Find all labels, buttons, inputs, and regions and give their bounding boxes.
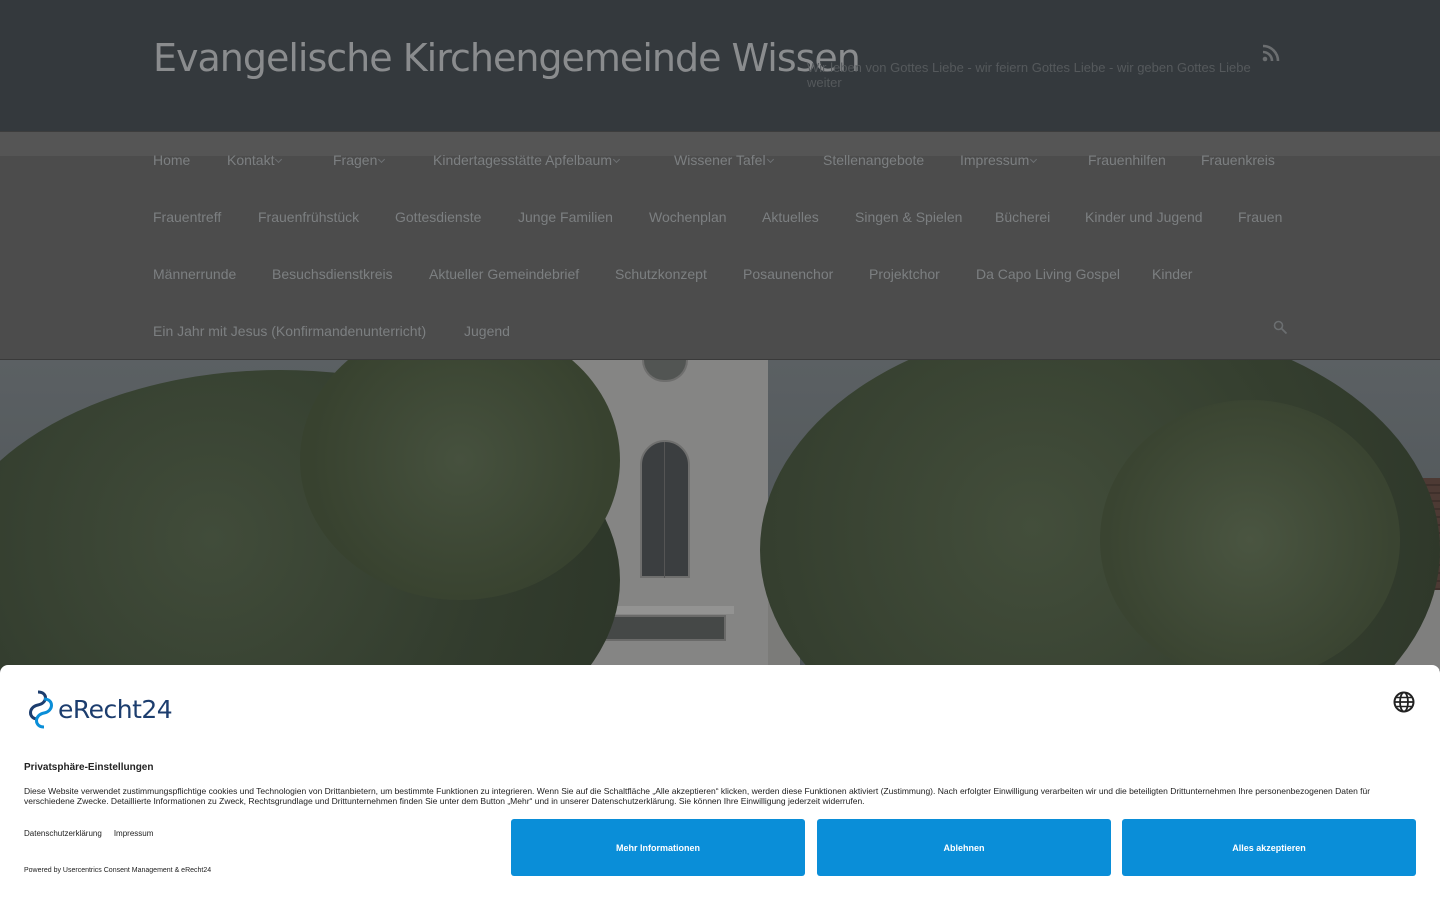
nav-item-label: Wissener Tafel [674,152,766,168]
nav-item-wochenplan[interactable]: Wochenplan [649,209,727,225]
nav-item-frauen[interactable]: Frauen [1238,209,1282,225]
chevron-down-icon [1030,155,1038,164]
main-navigation: Home Kontakt Fragen Kindertagesstätte Ap… [0,131,1440,360]
nav-item-fraunfruehstueck[interactable]: Frauenfrühstück [258,209,359,225]
chevron-down-icon [378,155,386,164]
nav-item-label: Frauentreff [153,209,222,225]
nav-item-label: Fragen [333,152,378,168]
search-icon[interactable] [1273,320,1288,335]
nav-item-label: Männerrunde [153,266,237,282]
nav-item-label: Projektchor [869,266,940,282]
nav-item-kindertagesstaette[interactable]: Kindertagesstätte Apfelbaum [433,152,621,168]
nav-item-label: Junge Familien [518,209,613,225]
nav-item-label: Kontakt [227,152,275,168]
nav-item-aktueller-gemeindebrief[interactable]: Aktueller Gemeindebrief [429,266,579,282]
consent-description: Diese Website verwendet zustimmungspflic… [24,786,1371,806]
tower-ledge [598,606,734,614]
privacy-policy-link[interactable]: Datenschutzerklärung [24,829,102,838]
hero-church-image [0,360,1440,670]
nav-item-label: Frauen [1238,209,1283,225]
nav-item-da-capo-living-gospel[interactable]: Da Capo Living Gospel [976,266,1120,282]
nav-item-jugend[interactable]: Jugend [464,323,510,339]
consent-links: Datenschutzerklärung Impressum [24,829,153,838]
nav-item-wissener-tafel[interactable]: Wissener Tafel [674,152,774,168]
nav-item-junge-familien[interactable]: Junge Familien [518,209,613,225]
site-title[interactable]: Evangelische Kirchengemeinde Wissen [153,36,861,80]
nav-item-stellenangebote[interactable]: Stellenangebote [823,152,924,168]
nav-item-label: Kindertagesstätte Apfelbaum [433,152,613,168]
more-information-button[interactable]: Mehr Informationen [511,819,805,876]
nav-item-projektchor[interactable]: Projektchor [869,266,940,282]
brand-name: eRecht24 [58,694,173,724]
nav-item-label: Schutzkonzept [615,266,707,282]
nav-item-gottesdienste[interactable]: Gottesdienste [395,209,481,225]
imprint-link[interactable]: Impressum [114,829,154,838]
nav-item-kontakt[interactable]: Kontakt [227,152,283,168]
cookie-consent-banner: eRecht24 Privatsphäre-Einstellungen Dies… [0,665,1440,900]
nav-item-label: Aktuelles [762,209,819,225]
chevron-down-icon [612,155,621,164]
nav-item-maennerrunde[interactable]: Männerrunde [153,266,236,282]
nav-item-label: Frauenfrühstück [258,209,360,225]
nav-item-buecherei[interactable]: Bücherei [995,209,1050,225]
nav-item-label: Kinder und Jugend [1085,209,1203,225]
nav-item-frauenhilfen[interactable]: Frauenhilfen [1088,152,1166,168]
nav-item-fragen[interactable]: Fragen [333,152,386,168]
nav-item-frauenkreis[interactable]: Frauenkreis [1201,152,1275,168]
nav-item-posaunenchor[interactable]: Posaunenchor [743,266,833,282]
nav-item-label: Posaunenchor [743,266,834,282]
nav-item-label: Home [153,152,191,168]
nav-item-kinder-und-jugend[interactable]: Kinder und Jugend [1085,209,1203,225]
tower-plaque [604,615,726,641]
rss-icon[interactable] [1262,44,1280,62]
nav-item-label: Besuchsdienstkreis [272,266,393,282]
language-globe-icon[interactable] [1393,691,1415,713]
nav-item-besuchsdienstkreis[interactable]: Besuchsdienstkreis [272,266,393,282]
nav-item-kinder[interactable]: Kinder [1152,266,1192,282]
nav-item-label: Frauenkreis [1201,152,1275,168]
chevron-down-icon [275,155,283,164]
nav-item-label: Da Capo Living Gospel [976,266,1120,282]
chevron-down-icon [766,155,774,164]
consent-title: Privatsphäre-Einstellungen [24,762,154,773]
nav-item-schutzkonzept[interactable]: Schutzkonzept [615,266,707,282]
nav-item-label: Wochenplan [649,209,727,225]
nav-item-singen-spielen[interactable]: Singen & Spielen [855,209,962,225]
nav-item-label: Aktueller Gemeindebrief [429,266,580,282]
site-header: Evangelische Kirchengemeinde Wissen Wir … [0,0,1440,131]
accept-all-button[interactable]: Alles akzeptieren [1122,819,1416,876]
powered-by-text: Powered by Usercentrics Consent Manageme… [24,867,212,874]
nav-item-label: Bücherei [995,209,1051,225]
nav-item-label: Ein Jahr mit Jesus (Konfirmandenunterric… [153,323,427,339]
decline-button[interactable]: Ablehnen [817,819,1111,876]
nav-item-label: Frauenhilfen [1088,152,1166,168]
nav-item-label: Kinder [1152,266,1193,282]
arched-window [640,440,690,578]
tree-right-inner [1100,400,1400,670]
erecht24-logo: eRecht24 [24,689,173,729]
erecht24-mark-icon [29,690,53,729]
nav-item-frauentreff[interactable]: Frauentreff [153,209,221,225]
nav-item-label: Gottesdienste [395,209,482,225]
nav-item-label: Impressum [960,152,1030,168]
nav-item-impressum[interactable]: Impressum [960,152,1038,168]
nav-item-home[interactable]: Home [153,152,190,168]
nav-item-ein-jahr-mit-jesus[interactable]: Ein Jahr mit Jesus (Konfirmandenunterric… [153,323,426,339]
nav-item-label: Jugend [464,323,510,339]
nav-item-label: Singen & Spielen [855,209,963,225]
site-tagline: Wir leben von Gottes Liebe - wir feiern … [807,60,1251,90]
nav-item-aktuelles[interactable]: Aktuelles [762,209,819,225]
nav-item-label: Stellenangebote [823,152,925,168]
